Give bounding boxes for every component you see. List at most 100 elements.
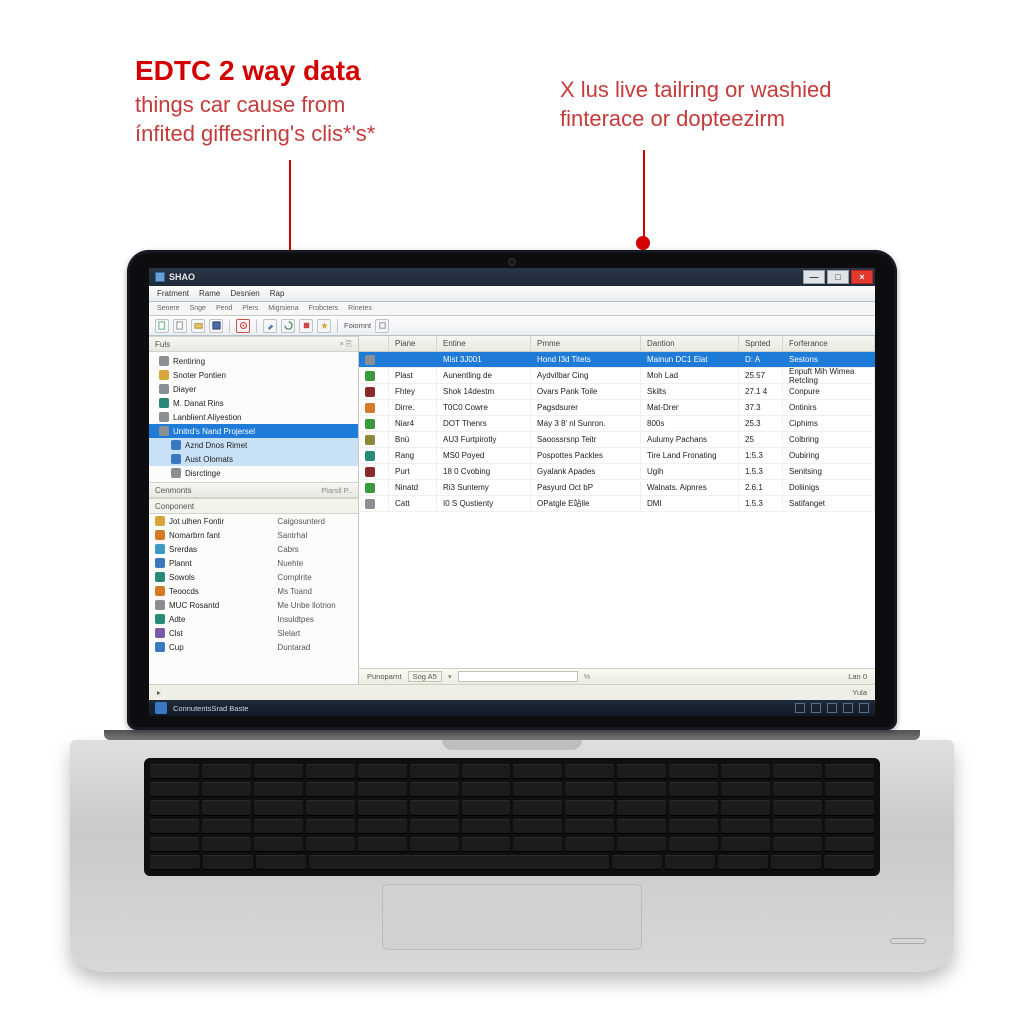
tray-icon[interactable] — [811, 703, 821, 713]
grid-col[interactable]: Pmme — [531, 336, 641, 351]
nav-tree-item[interactable]: Rentiring — [149, 354, 358, 368]
component-row[interactable]: SrerdasCabrs — [149, 542, 358, 556]
tree-item-label: Lanblient Aliyestion — [173, 413, 242, 422]
table-row[interactable]: CattI0 S QustientyOPatgle E站ileDMl1.5.3S… — [359, 496, 875, 512]
grid-col[interactable]: Piane — [389, 336, 437, 351]
toolbar-stop-icon[interactable] — [299, 319, 313, 333]
tree-item-icon — [159, 412, 169, 422]
subtab-item[interactable]: Migrsiena — [268, 305, 298, 312]
cell: Hond I3d Titets — [531, 352, 641, 367]
start-button-icon[interactable] — [155, 702, 167, 714]
grid-col[interactable]: Forferance — [783, 336, 875, 351]
component-icon — [155, 572, 165, 582]
app-logo-icon — [155, 272, 165, 282]
subtab-item[interactable]: Senere — [157, 305, 180, 312]
component-row[interactable]: AdteInsuldtpes — [149, 612, 358, 626]
cell: 18 0 Cvobing — [437, 464, 531, 479]
menu-item[interactable]: Desnien — [230, 289, 259, 298]
toolbar-doc-icon[interactable] — [155, 319, 169, 333]
taskbar-app[interactable]: ConnutentsSrad Baste — [173, 704, 248, 713]
nav-tree-item[interactable]: Lanblient Aliyestion — [149, 410, 358, 424]
component-row[interactable]: Nomarbrn fantSantrhal — [149, 528, 358, 542]
toolbar-wrench-icon[interactable] — [263, 319, 277, 333]
component-row[interactable]: PlanntNuehte — [149, 556, 358, 570]
toolbar-folder-icon[interactable] — [191, 319, 205, 333]
component-value: Complrite — [277, 573, 352, 582]
cell: Ovars Pank Toile — [531, 384, 641, 399]
grid-header: Piane Entine Pmme Dantion Spnted Forfera… — [359, 336, 875, 352]
nav-tree-item[interactable]: Disrctinge — [149, 466, 358, 480]
table-row[interactable]: PlastAunentling deAydvilbar CingMoh Lad2… — [359, 368, 875, 384]
component-row[interactable]: SowolsComplrite — [149, 570, 358, 584]
table-row[interactable]: Niar4DOT ThenrsMay 3 8' nl Sunron.800s25… — [359, 416, 875, 432]
nav-tree-item[interactable]: M. Danat Rins — [149, 396, 358, 410]
tree-item-label: M. Danat Rins — [173, 399, 224, 408]
trackpad — [382, 884, 642, 950]
nav-tree-item[interactable]: Aust Olomats — [149, 452, 358, 466]
subtab-item[interactable]: Frobcters — [309, 305, 339, 312]
table-row[interactable]: RangMS0 PoyedPospottes PacklesTire Land … — [359, 448, 875, 464]
toolbar-refresh-icon[interactable] — [281, 319, 295, 333]
subtab-item[interactable]: Snge — [190, 305, 206, 312]
component-row[interactable]: Jot ulhen FontirCaigosunterd — [149, 514, 358, 528]
system-tray — [795, 703, 869, 713]
paginator-label: Punoparnt — [367, 672, 402, 681]
paginator-button[interactable]: Sog A5 — [408, 671, 442, 682]
toolbar-target-icon[interactable] — [236, 319, 250, 333]
toolbar-doc2-icon[interactable] — [173, 319, 187, 333]
component-value: Caigosunterd — [277, 517, 352, 526]
menu-item[interactable]: Rame — [199, 289, 220, 298]
nav-tree-item[interactable]: Snoter Pontien — [149, 368, 358, 382]
maximize-button[interactable]: □ — [827, 270, 849, 284]
cell: Rang — [389, 448, 437, 463]
components-panel-header: Cenmonts Plarsll P.. — [149, 482, 358, 498]
table-row[interactable]: BnùAU3 FurtpirotlySaoossrsnp TeitrAulumy… — [359, 432, 875, 448]
tree-item-label: Unitrd's Nand Projersel — [173, 427, 255, 436]
close-button[interactable]: × — [851, 270, 873, 284]
component-row[interactable]: CupDuntarad — [149, 640, 358, 654]
tray-icon[interactable] — [827, 703, 837, 713]
cell: D: A — [739, 352, 783, 367]
grid-col[interactable]: Spnted — [739, 336, 783, 351]
nav-tree-item[interactable]: Diayer — [149, 382, 358, 396]
toolbar-save-icon[interactable] — [209, 319, 223, 333]
menu-item[interactable]: Fratment — [157, 289, 189, 298]
cell: Aulumy Pachans — [641, 432, 739, 447]
panel-close-icon[interactable]: × ⎘ — [340, 339, 352, 349]
component-row[interactable]: TeoocdsMs Toand — [149, 584, 358, 598]
status-left[interactable]: ▸ — [157, 688, 161, 697]
table-row[interactable]: NinatdRi3 SuntemyPasyurd Oct bPWalnats. … — [359, 480, 875, 496]
table-row[interactable]: FhteyShok 14destmOvars Pank ToileSkilts2… — [359, 384, 875, 400]
nav-tree-item[interactable]: Aznd Dnos Rimet — [149, 438, 358, 452]
tree-item-icon — [159, 356, 169, 366]
taskbar: ConnutentsSrad Baste — [149, 700, 875, 716]
subtab-item[interactable]: Rinetes — [348, 305, 372, 312]
nav-tree-item[interactable]: Unitrd's Nand Projersel — [149, 424, 358, 438]
grid-col[interactable]: Dantion — [641, 336, 739, 351]
paginator-input[interactable] — [458, 671, 578, 682]
component-value: Santrhal — [277, 531, 352, 540]
toolbar-config-icon[interactable] — [375, 319, 389, 333]
minimize-button[interactable]: — — [803, 270, 825, 284]
subtab-item[interactable]: Plers — [242, 305, 258, 312]
paginator: Punoparnt Sog A5 ▾ % Lan 0 — [359, 668, 875, 684]
tray-icon[interactable] — [795, 703, 805, 713]
tray-icon[interactable] — [843, 703, 853, 713]
component-row[interactable]: ClstSlelart — [149, 626, 358, 640]
toolbar-star-icon[interactable] — [317, 319, 331, 333]
grid-col[interactable]: Entine — [437, 336, 531, 351]
table-row[interactable]: Purt18 0 CvobingGyalank ApadesUgih1.5.3S… — [359, 464, 875, 480]
grid-col-icon[interactable] — [359, 336, 389, 351]
cell: DOT Thenrs — [437, 416, 531, 431]
cell: 2.6.1 — [739, 480, 783, 495]
tray-icon[interactable] — [859, 703, 869, 713]
cell: Fhtey — [389, 384, 437, 399]
menu-item[interactable]: Rap — [270, 289, 285, 298]
table-row[interactable]: Dirre.T0C0 CowrePagsdsurerMat-Drer37.3On… — [359, 400, 875, 416]
component-row[interactable]: MUC RosantdMe Unbe llotnon — [149, 598, 358, 612]
components-pull[interactable]: Plarsll P.. — [321, 486, 352, 495]
tree-item-icon — [171, 440, 181, 450]
subtab-item[interactable]: Pend — [216, 305, 232, 312]
cell — [389, 352, 437, 367]
pointer-dot — [636, 236, 650, 250]
